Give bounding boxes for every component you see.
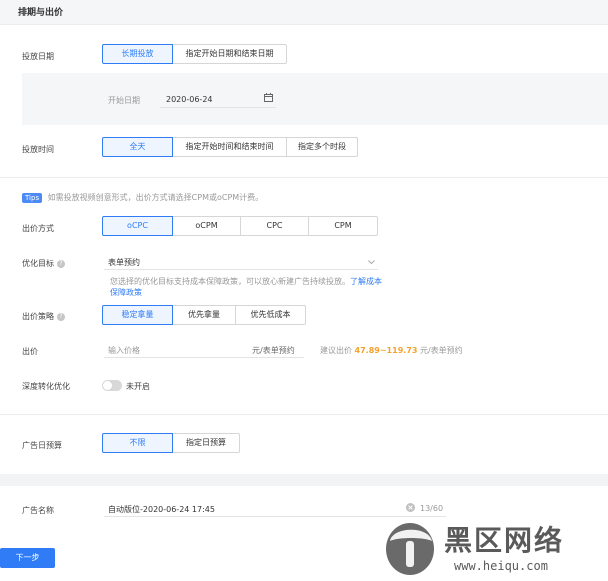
start-date-input[interactable]: 2020-06-24 <box>160 90 276 108</box>
bid-method-label: 出价方式 <box>22 224 54 233</box>
option-multi-periods[interactable]: 指定多个时段 <box>286 137 358 157</box>
budget-label: 广告日预算 <box>22 441 62 450</box>
bid-method-selector: oCPC oCPM CPC CPM <box>102 216 378 236</box>
section-title: 排期与出价 <box>18 8 64 18</box>
start-date-label: 开始日期 <box>108 96 140 105</box>
option-long-term[interactable]: 长期投放 <box>102 44 173 64</box>
option-all-day[interactable]: 全天 <box>102 137 173 157</box>
suggest-unit: 元/表单预约 <box>419 346 463 355</box>
section-separator <box>0 474 608 486</box>
watermark-url: www.heiqu.com <box>454 559 548 573</box>
deep-conversion-toggle[interactable] <box>102 380 122 391</box>
bid-placeholder: 输入价格 <box>108 346 140 355</box>
deep-conversion-status: 未开启 <box>126 382 150 391</box>
option-daily-budget[interactable]: 指定日预算 <box>172 433 240 453</box>
watermark-text: 黑区网络 <box>444 524 565 557</box>
ad-name-value: 自动版位-2020-06-24 17:45 <box>108 505 215 514</box>
option-cpm[interactable]: CPM <box>308 216 378 236</box>
deep-conversion-label: 深度转化优化 <box>22 382 70 391</box>
time-mode-selector: 全天 指定开始时间和结束时间 指定多个时段 <box>102 137 358 157</box>
ad-name-label: 广告名称 <box>22 506 54 515</box>
char-counter: 13/60 <box>420 504 444 513</box>
clear-icon[interactable] <box>406 503 415 514</box>
next-step-button[interactable]: 下一步 <box>0 548 55 568</box>
strategy-selector: 稳定拿量 优先拿量 优先低成本 <box>102 305 306 325</box>
suggested-bid: 建议出价 47.89~119.73 元/表单预约 <box>320 345 463 356</box>
time-label: 投放时间 <box>22 145 54 154</box>
option-time-range[interactable]: 指定开始时间和结束时间 <box>172 137 287 157</box>
chevron-down-icon <box>368 258 375 267</box>
tips-badge: Tips <box>22 193 43 203</box>
goal-label: 优化目标 <box>22 259 54 268</box>
option-ocpc[interactable]: oCPC <box>102 216 173 236</box>
option-date-range[interactable]: 指定开始日期和结束日期 <box>172 44 287 64</box>
calendar-icon <box>264 93 273 104</box>
help-icon[interactable]: ? <box>57 259 65 268</box>
goal-label-wrap: 优化目标? <box>22 258 65 269</box>
option-stable[interactable]: 稳定拿量 <box>102 305 173 325</box>
strategy-label: 出价策略 <box>22 312 54 321</box>
tips-text: 如需投放视频创意形式，出价方式请选择CPM或oCPM计费。 <box>47 193 264 202</box>
option-unlimited[interactable]: 不限 <box>102 433 173 453</box>
option-low-cost[interactable]: 优先低成本 <box>235 305 306 325</box>
start-date-value: 2020-06-24 <box>166 95 213 104</box>
bid-label: 出价 <box>22 347 38 356</box>
goal-value: 表单预约 <box>108 258 140 267</box>
goal-hint: 您选择的优化目标支持成本保障政策，可以放心新建广告持续投放。 <box>110 277 350 286</box>
section-header <box>0 0 608 25</box>
tips-row: Tips 如需投放视频创意形式，出价方式请选择CPM或oCPM计费。 <box>22 192 263 203</box>
date-label: 投放日期 <box>22 52 54 61</box>
help-icon[interactable]: ? <box>57 312 65 321</box>
option-ocpm[interactable]: oCPM <box>172 216 241 236</box>
strategy-label-wrap: 出价策略? <box>22 311 65 322</box>
option-priority-volume[interactable]: 优先拿量 <box>172 305 236 325</box>
divider <box>0 414 608 415</box>
bid-unit: 元/表单预约 <box>252 346 295 355</box>
mushroom-logo-icon <box>382 515 442 581</box>
bid-input[interactable]: 输入价格 元/表单预约 <box>104 341 304 358</box>
watermark: 黑区网络 www.heiqu.com <box>382 515 608 579</box>
divider <box>0 177 608 178</box>
option-cpc[interactable]: CPC <box>240 216 309 236</box>
suggest-prefix: 建议出价 <box>320 346 352 355</box>
suggest-range: 47.89~119.73 <box>354 346 418 355</box>
goal-hint-block: 您选择的优化目标支持成本保障政策，可以放心新建广告持续投放。了解成本保障政策 <box>110 276 382 298</box>
goal-select[interactable]: 表单预约 <box>104 253 378 270</box>
date-mode-selector: 长期投放 指定开始日期和结束日期 <box>102 44 287 64</box>
budget-selector: 不限 指定日预算 <box>102 433 240 453</box>
